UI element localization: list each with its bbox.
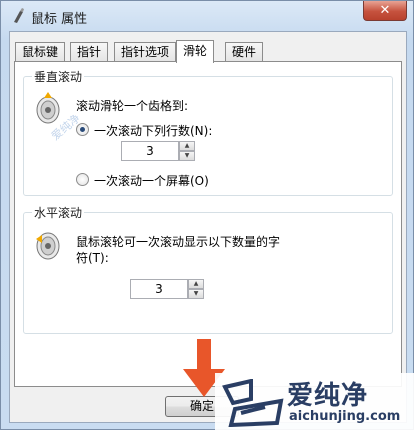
chars-up-button[interactable]: ▲ xyxy=(188,279,204,289)
brand-url: aichunjing.com xyxy=(289,409,401,424)
lines-stepper[interactable]: 3 ▲ ▼ xyxy=(121,141,195,161)
brand-logo-icon xyxy=(222,379,284,427)
horizontal-scroll-group: 水平滚动 鼠标滚轮可一次滚动显示以下数量的字 符(T): 3 ▲ ▼ xyxy=(23,204,393,334)
chars-down-button[interactable]: ▼ xyxy=(188,289,204,299)
horizontal-scroll-title: 水平滚动 xyxy=(32,204,85,221)
window-title: 鼠标 属性 xyxy=(31,12,88,27)
brand-name: 爱纯净 xyxy=(287,381,369,411)
watermark-badge: 爱纯净 aichunjing.com xyxy=(215,373,414,430)
scroll-screen-label: 一次滚动一个屏幕(O) xyxy=(94,174,209,188)
lines-down-button[interactable]: ▼ xyxy=(179,151,195,161)
title-bar: 鼠标 属性 ✕ xyxy=(1,1,413,31)
lines-up-button[interactable]: ▲ xyxy=(179,141,195,151)
mouse-icon xyxy=(14,8,24,23)
vertical-scroll-group: 垂直滚动 滚动滑轮一个齿格到: 一次滚动下列行数(N): 3 ▲ ▼ 一次滚动一… xyxy=(23,68,393,196)
close-button[interactable]: ✕ xyxy=(363,1,407,21)
mouse-wheel-horizontal-icon xyxy=(36,232,60,260)
chars-input[interactable]: 3 xyxy=(130,279,188,299)
tab-wheel[interactable]: 滑轮 xyxy=(176,40,215,63)
mouse-wheel-vertical-icon xyxy=(36,92,60,124)
vertical-scroll-prompt: 滚动滑轮一个齿格到: xyxy=(76,99,189,113)
horizontal-scroll-prompt-line1: 鼠标滚轮可一次滚动显示以下数量的字 xyxy=(76,235,281,249)
horizontal-scroll-prompt-line2: 符(T): xyxy=(76,251,109,265)
tab-pointer-options[interactable]: 指针选项 xyxy=(114,42,177,62)
scroll-screen-radio[interactable] xyxy=(76,173,89,186)
lines-input[interactable]: 3 xyxy=(121,141,179,161)
tab-hardware[interactable]: 硬件 xyxy=(225,42,264,62)
chars-stepper[interactable]: 3 ▲ ▼ xyxy=(130,279,204,299)
mouse-properties-window: 鼠标 属性 ✕ 鼠标键 指针 指针选项 滑轮 硬件 垂直滚动 滚动滑轮一个齿格到… xyxy=(0,0,414,430)
scroll-lines-label: 一次滚动下列行数(N): xyxy=(94,124,213,138)
tab-mouse-buttons[interactable]: 鼠标键 xyxy=(15,42,66,62)
vertical-scroll-title: 垂直滚动 xyxy=(32,68,85,85)
tab-pointers[interactable]: 指针 xyxy=(70,42,109,62)
